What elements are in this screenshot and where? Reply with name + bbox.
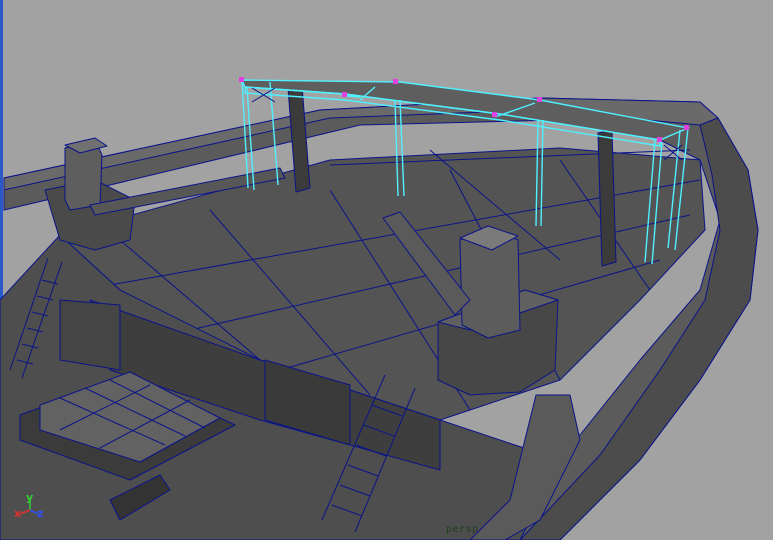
perspective-viewport[interactable]: y x z persp xyxy=(0,0,773,540)
camera-name-label: persp xyxy=(446,524,479,535)
axis-x-label: x xyxy=(14,507,22,520)
axis-orientation-gizmo: y x z xyxy=(10,492,50,522)
axis-z-label: z xyxy=(37,507,44,520)
deck-support-wall-left xyxy=(59,299,121,371)
axis-y-label: y xyxy=(26,491,34,504)
scene-wireframe[interactable] xyxy=(0,0,773,540)
